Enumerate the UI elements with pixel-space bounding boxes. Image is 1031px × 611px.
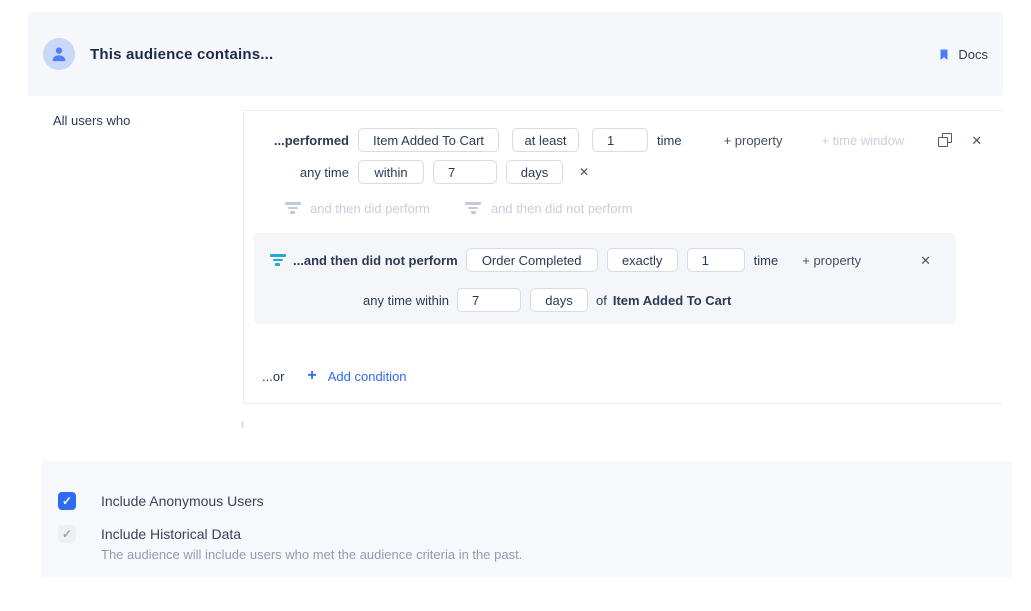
filter-icon <box>284 202 301 214</box>
audience-header: This audience contains... Docs <box>28 12 1003 96</box>
sequence-options-row: and then did perform and then did not pe… <box>284 196 633 220</box>
duplicate-condition-icon[interactable] <box>938 133 952 147</box>
event-select[interactable]: Order Completed <box>466 248 598 272</box>
condition2-row1: ...and then did not perform Order Comple… <box>269 248 956 272</box>
anchor-event-label: Item Added To Cart <box>613 293 731 308</box>
of-label: of <box>596 293 607 308</box>
condition1-prefix: ...performed <box>244 133 349 148</box>
sub-condition-box: ...and then did not perform Order Comple… <box>254 233 956 324</box>
did-not-perform-label: and then did not perform <box>491 201 633 216</box>
all-users-who-label: All users who <box>53 113 130 128</box>
historical-data-row: ✓ Include Historical Data <box>58 525 241 543</box>
cropped-element-fragment <box>241 421 244 428</box>
historical-data-description: The audience will include users who met … <box>101 547 522 562</box>
plus-icon: + <box>307 368 316 384</box>
person-icon <box>50 45 68 63</box>
condition1-row1: ...performed Item Added To Cart at least… <box>244 128 1002 152</box>
time-value-input[interactable] <box>433 160 497 184</box>
include-historical-label: Include Historical Data <box>101 526 241 542</box>
page-title: This audience contains... <box>90 46 273 63</box>
operator-select[interactable]: exactly <box>607 248 678 272</box>
count-input[interactable] <box>687 248 745 272</box>
remove-time-window-icon[interactable]: ✕ <box>579 166 589 178</box>
time-prefix: any time within <box>254 293 449 308</box>
or-row: ...or + Add condition <box>262 366 407 386</box>
or-label: ...or <box>262 369 284 384</box>
remove-sub-condition-icon[interactable]: ✕ <box>920 254 931 267</box>
time-unit-select[interactable]: days <box>506 160 563 184</box>
add-property-button[interactable]: + property <box>802 253 861 268</box>
condition2-row2: any time within days of Item Added To Ca… <box>254 288 731 312</box>
event-select[interactable]: Item Added To Cart <box>358 128 499 152</box>
condition2-prefix: ...and then did not perform <box>293 253 458 268</box>
and-then-did-perform-option[interactable]: and then did perform <box>284 201 430 216</box>
remove-condition-icon[interactable]: ✕ <box>971 134 982 147</box>
docs-label: Docs <box>958 47 988 62</box>
time-unit-select[interactable]: days <box>530 288 588 312</box>
include-anonymous-checkbox[interactable]: ✓ <box>58 492 76 510</box>
filter-icon <box>465 202 482 214</box>
condition-group: ...performed Item Added To Cart at least… <box>243 110 1002 404</box>
and-then-did-not-perform-option[interactable]: and then did not perform <box>465 201 633 216</box>
count-suffix: time <box>657 133 682 148</box>
did-perform-label: and then did perform <box>310 201 430 216</box>
time-operator-select[interactable]: within <box>358 160 424 184</box>
filter-icon-active <box>269 254 286 266</box>
include-historical-checkbox: ✓ <box>58 525 76 543</box>
count-input[interactable] <box>592 128 648 152</box>
add-condition-label: Add condition <box>328 369 407 384</box>
include-anonymous-label: Include Anonymous Users <box>101 493 264 509</box>
add-time-window-button[interactable]: + time window <box>821 133 904 148</box>
add-property-button[interactable]: + property <box>724 133 783 148</box>
time-value-input[interactable] <box>457 288 521 312</box>
time-prefix: any time <box>244 165 349 180</box>
user-avatar <box>43 38 75 70</box>
operator-select[interactable]: at least <box>512 128 579 152</box>
count-suffix: time <box>754 253 779 268</box>
add-condition-button[interactable]: + Add condition <box>284 368 406 384</box>
options-panel: ✓ Include Anonymous Users ✓ Include Hist… <box>41 461 1012 577</box>
anonymous-users-row: ✓ Include Anonymous Users <box>58 492 264 510</box>
condition1-row2: any time within days ✕ <box>244 160 589 184</box>
bookmark-icon <box>938 47 950 62</box>
docs-link[interactable]: Docs <box>938 47 988 62</box>
